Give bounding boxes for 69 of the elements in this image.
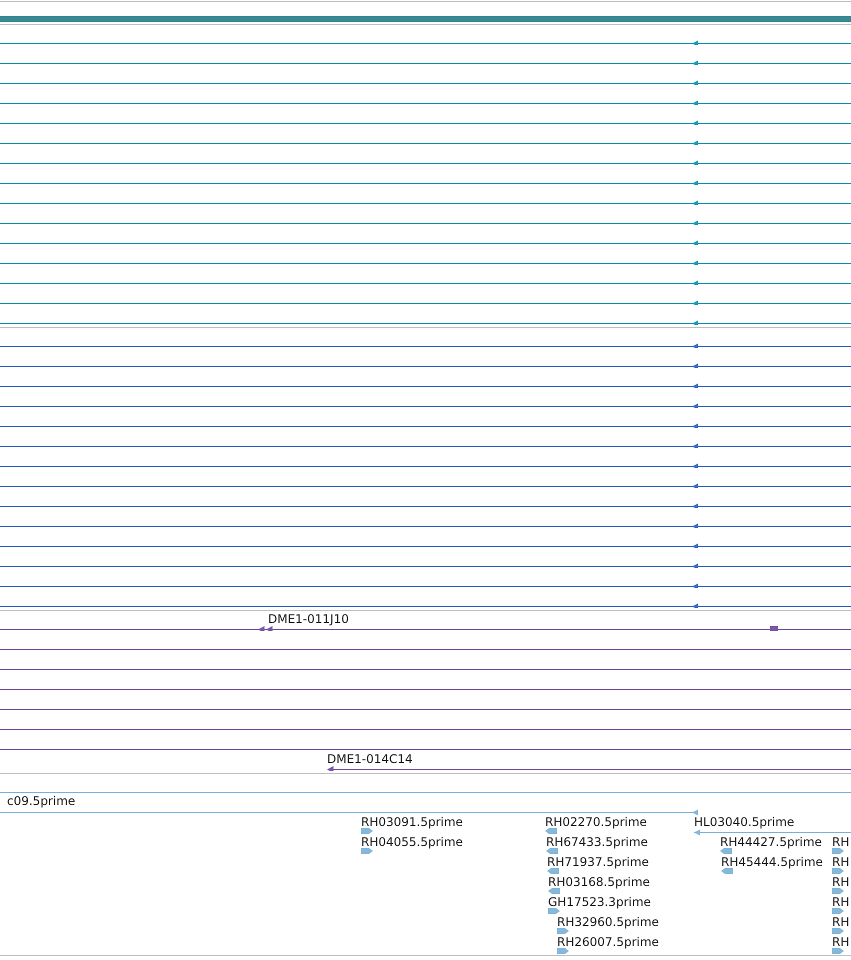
feature-glyph[interactable]: [0, 384, 851, 388]
feature-label: HL03040.5prime: [694, 815, 794, 829]
right-arrow-icon[interactable]: [548, 907, 560, 915]
feature-label: RH: [832, 895, 850, 909]
right-arrow-icon[interactable]: [361, 847, 373, 855]
feature-glyph[interactable]: [0, 424, 851, 428]
right-arrow-icon[interactable]: [557, 947, 569, 955]
right-arrow-icon[interactable]: [557, 927, 569, 935]
feature-glyph[interactable]: [0, 200, 851, 205]
feature-glyph[interactable]: [0, 240, 851, 245]
feature-label: RH32960.5prime: [557, 915, 659, 929]
feature-glyph[interactable]: [0, 80, 851, 85]
feature-glyph[interactable]: [0, 344, 851, 348]
feature-glyph[interactable]: [0, 60, 851, 65]
feature-glyph[interactable]: [0, 544, 851, 548]
feature-glyph[interactable]: [0, 444, 851, 448]
feature-glyph[interactable]: [0, 364, 851, 368]
feature-label: RH03091.5prime: [361, 815, 463, 829]
feature-label: RH: [832, 855, 850, 869]
feature-glyph[interactable]: [0, 100, 851, 105]
feature-label: RH67433.5prime: [546, 835, 648, 849]
feature-glyph[interactable]: [0, 180, 851, 185]
right-arrow-icon[interactable]: [832, 947, 844, 955]
feature-glyph[interactable]: [0, 484, 851, 488]
feature-label: DME1-011J10: [268, 612, 349, 626]
right-arrow-icon[interactable]: [832, 887, 844, 895]
feature-glyph[interactable]: [0, 504, 851, 508]
right-arrow-icon[interactable]: [832, 907, 844, 915]
feature-glyph[interactable]: [327, 766, 851, 771]
feature-glyph[interactable]: [0, 524, 851, 528]
feature-label: RH02270.5prime: [545, 815, 647, 829]
feature-glyph[interactable]: [0, 464, 851, 468]
feature-glyph[interactable]: [0, 300, 851, 305]
feature-label: RH45444.5prime: [721, 855, 823, 869]
feature-glyph[interactable]: [0, 404, 851, 408]
feature-glyph[interactable]: [0, 584, 851, 588]
left-arrow-icon[interactable]: [721, 867, 733, 875]
feature-label: RH: [832, 875, 850, 889]
feature-glyph[interactable]: [0, 120, 851, 125]
feature-label: RH71937.5prime: [547, 855, 649, 869]
feature-glyph[interactable]: [0, 260, 851, 265]
feature-label: RH44427.5prime: [720, 835, 822, 849]
feature-label: RH: [832, 915, 850, 929]
left-arrow-icon[interactable]: [547, 867, 559, 875]
feature-glyph[interactable]: [0, 564, 851, 568]
feature-glyph[interactable]: [0, 604, 851, 608]
right-arrow-icon[interactable]: [832, 927, 844, 935]
feature-label: GH17523.3prime: [548, 895, 651, 909]
feature-label: DME1-014C14: [327, 752, 413, 766]
feature-glyph[interactable]: [0, 280, 851, 285]
left-arrow-icon[interactable]: [720, 847, 732, 855]
left-arrow-icon[interactable]: [546, 847, 558, 855]
feature-glyph[interactable]: [0, 320, 851, 325]
feature-label: c09.5prime: [7, 794, 76, 808]
feature-glyph[interactable]: [0, 160, 851, 165]
feature-label: RH04055.5prime: [361, 835, 463, 849]
left-arrow-icon[interactable]: [545, 827, 557, 835]
feature-glyph[interactable]: [0, 626, 851, 631]
feature-glyph[interactable]: [0, 140, 851, 145]
feature-label: RH: [832, 935, 850, 949]
feature-label: RH: [832, 835, 850, 849]
right-arrow-icon[interactable]: [832, 867, 844, 875]
left-arrow-icon[interactable]: [548, 887, 560, 895]
feature-label: RH03168.5prime: [548, 875, 650, 889]
feature-glyph[interactable]: [0, 40, 851, 45]
right-arrow-icon[interactable]: [832, 847, 844, 855]
feature-label: RH26007.5prime: [557, 935, 659, 949]
right-arrow-icon[interactable]: [361, 827, 373, 835]
feature-glyph[interactable]: [0, 220, 851, 225]
